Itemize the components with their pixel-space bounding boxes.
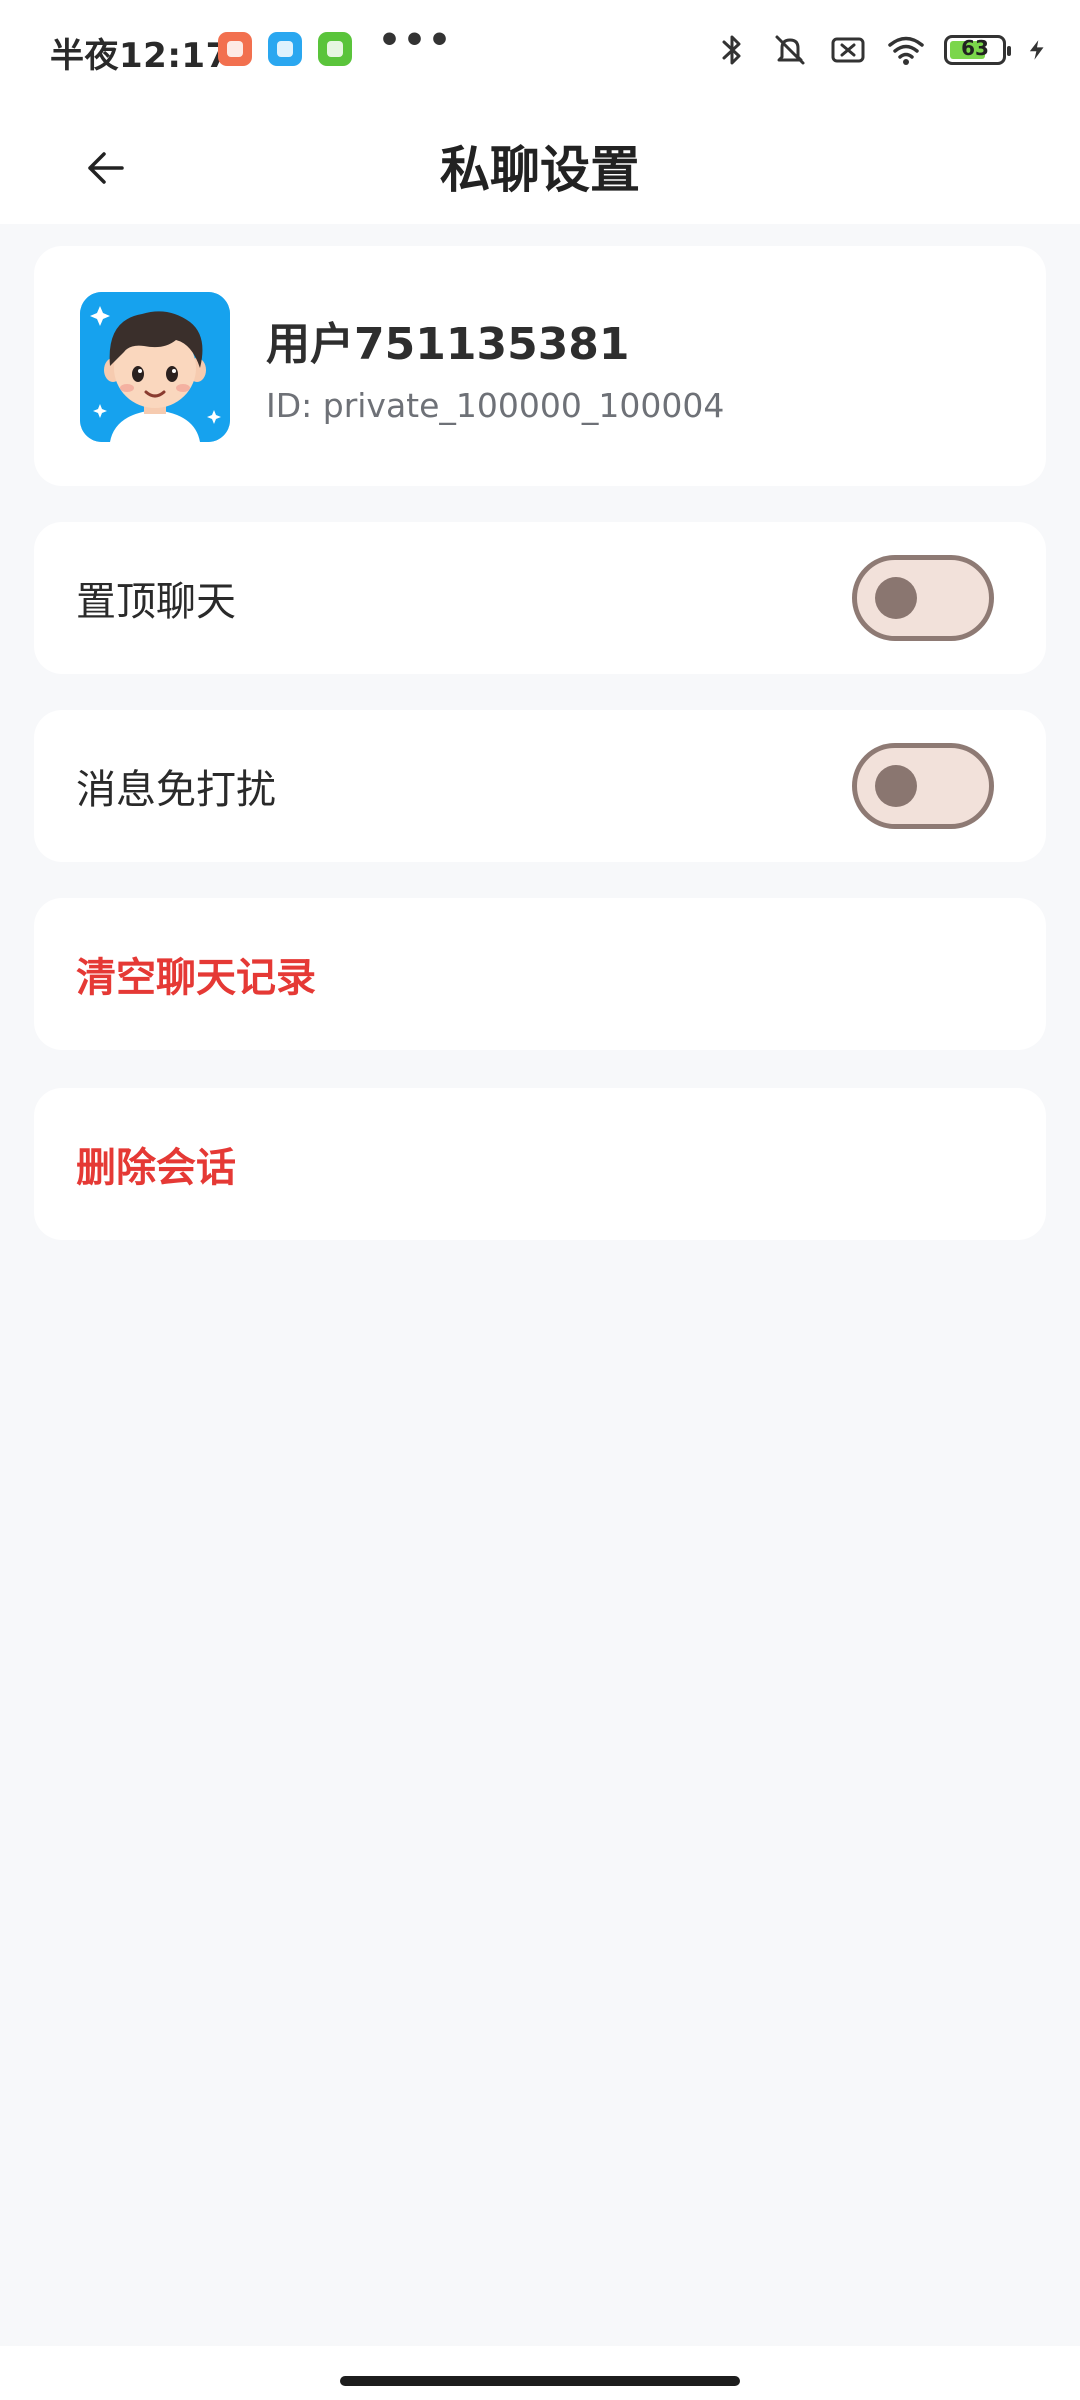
do-not-disturb-toggle[interactable] xyxy=(852,743,994,829)
mute-icon xyxy=(775,35,805,65)
app-notification-icon xyxy=(268,32,302,66)
delete-conversation-button[interactable]: 删除会话 xyxy=(34,1088,1046,1240)
status-time: 半夜12:17 xyxy=(50,36,230,76)
pin-chat-row: 置顶聊天 xyxy=(34,522,1046,674)
app-notification-icon xyxy=(218,32,252,66)
pin-chat-label: 置顶聊天 xyxy=(76,579,236,625)
clear-history-button[interactable]: 清空聊天记录 xyxy=(34,898,1046,1050)
toggle-knob xyxy=(875,577,917,619)
clear-history-label: 清空聊天记录 xyxy=(76,955,316,1001)
charging-icon xyxy=(1029,40,1044,60)
delete-conversation-label: 删除会话 xyxy=(76,1145,236,1191)
more-notifications-icon: ••• xyxy=(378,20,454,61)
avatar-image xyxy=(80,292,230,442)
battery-icon: 63 xyxy=(944,35,1011,65)
home-indicator[interactable] xyxy=(340,2376,740,2386)
wifi-icon xyxy=(888,36,924,65)
app-header: 私聊设置 xyxy=(0,100,1080,224)
do-not-disturb-label: 消息免打扰 xyxy=(76,767,276,813)
avatar xyxy=(80,292,230,442)
battery-level: 63 xyxy=(961,36,989,60)
do-not-disturb-row: 消息免打扰 xyxy=(34,710,1046,862)
toggle-knob xyxy=(875,765,917,807)
user-id: ID: private_100000_100004 xyxy=(266,386,725,425)
app-notification-icon xyxy=(318,32,352,66)
bluetooth-icon xyxy=(722,35,741,65)
status-icons: 63 xyxy=(712,28,1050,72)
status-bar: 半夜12:17 ••• 63 xyxy=(0,0,1080,100)
user-name: 用户751135381 xyxy=(266,319,630,370)
sim-off-icon xyxy=(831,37,865,63)
page-title: 私聊设置 xyxy=(440,141,640,199)
pin-chat-toggle[interactable] xyxy=(852,555,994,641)
navigation-bar xyxy=(0,2346,1080,2400)
profile-card[interactable]: 用户751135381 ID: private_100000_100004 xyxy=(34,246,1046,486)
